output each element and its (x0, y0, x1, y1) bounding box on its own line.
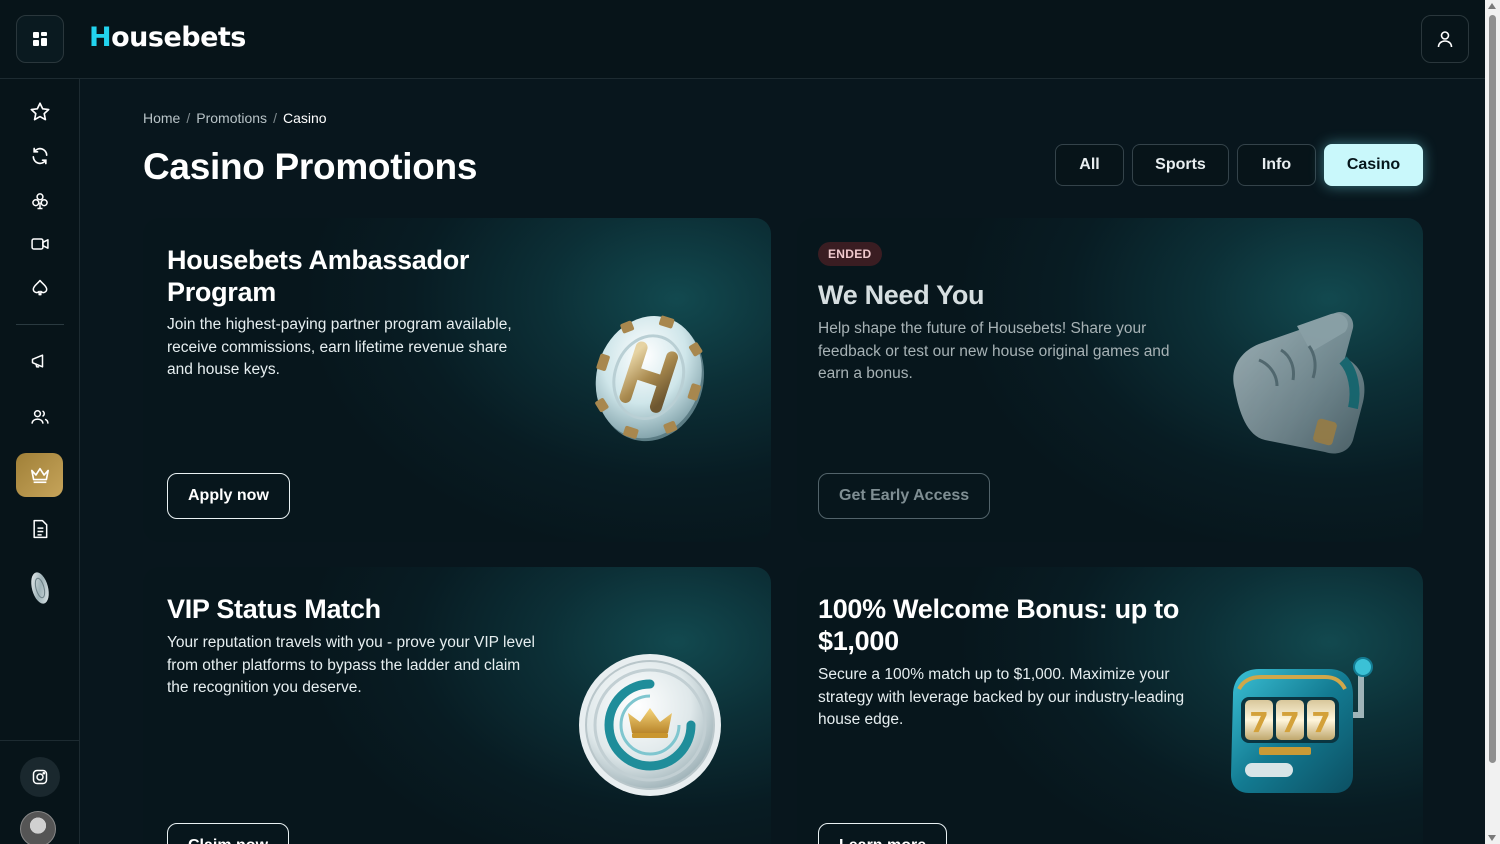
breadcrumb-current: Casino (282, 110, 327, 126)
megaphone-icon (31, 354, 44, 368)
sidebar-divider (16, 324, 64, 325)
card-title: VIP Status Match (167, 594, 381, 624)
card-description: Your reputation travels with you - prove… (167, 634, 535, 696)
card-description: Join the highest-paying partner program … (167, 316, 512, 378)
sidebar-item-promotions[interactable] (16, 339, 64, 383)
scroll-down-arrow-icon[interactable] (1488, 835, 1496, 841)
svg-text:7: 7 (1311, 706, 1330, 739)
sidebar-item-favorites[interactable] (16, 90, 64, 134)
sidebar-item-affiliates[interactable] (16, 395, 64, 439)
user-profile-button[interactable] (1421, 15, 1469, 63)
breadcrumb-separator: / (186, 110, 191, 126)
promo-card-ambassador: Housebets Ambassador Program Join the hi… (143, 218, 771, 542)
filter-tab-sports[interactable]: Sports (1132, 144, 1229, 186)
menu-grid-button[interactable] (16, 15, 64, 63)
star-icon (30, 102, 50, 121)
claim-now-button[interactable]: Claim now (167, 823, 290, 844)
club-icon (32, 193, 48, 210)
sidebar-item-live[interactable] (16, 222, 64, 266)
breadcrumb-promotions[interactable]: Promotions (196, 110, 267, 126)
card-title: We Need You (818, 280, 985, 310)
page-title: Casino Promotions (143, 146, 478, 187)
grid-icon (33, 32, 47, 46)
sidebar-item-casino[interactable] (16, 179, 64, 223)
filter-tab-info[interactable]: Info (1237, 144, 1316, 186)
card-title: Housebets Ambassador Program (167, 245, 470, 307)
apply-now-button[interactable]: Apply now (167, 473, 290, 519)
breadcrumb-separator: / (273, 110, 277, 126)
instagram-icon (32, 769, 48, 785)
promo-card-vip-status-match: VIP Status Match Your reputation travels… (143, 567, 771, 844)
card-title: 100% Welcome Bonus: up to $1,000 (818, 594, 1180, 656)
slot-machine-icon: 7 7 7 (1221, 655, 1381, 805)
user-icon (1437, 31, 1453, 48)
crown-coin-icon (576, 651, 726, 806)
svg-text:7: 7 (1249, 706, 1268, 739)
promotion-filter-tabs: All Sports Info Casino (1055, 144, 1423, 186)
video-icon (31, 238, 49, 250)
scroll-thumb[interactable] (1489, 15, 1496, 763)
breadcrumb-home[interactable]: Home (143, 110, 180, 126)
scroll-up-arrow-icon[interactable] (1488, 3, 1496, 9)
avatar[interactable] (20, 811, 56, 844)
crown-icon (30, 467, 49, 484)
sidebar-item-blog[interactable] (16, 507, 64, 551)
sidebar-item-originals[interactable] (16, 266, 64, 310)
users-icon (31, 410, 49, 424)
poker-chip-h-icon (586, 310, 716, 455)
filter-tab-all[interactable]: All (1055, 144, 1124, 186)
document-icon (33, 519, 48, 539)
page-scrollbar[interactable] (1485, 0, 1500, 844)
card-description: Help shape the future of Housebets! Shar… (818, 320, 1170, 382)
breadcrumb: Home / Promotions / Casino (143, 110, 327, 126)
coin-icon (31, 572, 49, 604)
promo-card-we-need-you: ENDED We Need You Help shape the future … (797, 218, 1423, 542)
get-early-access-button[interactable]: Get Early Access (818, 473, 991, 519)
sidebar-item-recent[interactable] (16, 134, 64, 178)
housebets-logo[interactable]: Housebets (89, 22, 246, 53)
sidebar (0, 79, 80, 844)
sidebar-item-token[interactable] (16, 566, 64, 610)
pointing-hand-icon (1215, 300, 1385, 465)
sidebar-footer-divider (0, 740, 79, 741)
sidebar-item-vip[interactable] (16, 453, 63, 497)
card-description: Secure a 100% match up to $1,000. Maximi… (818, 666, 1185, 728)
ended-badge: ENDED (818, 242, 882, 266)
svg-text:7: 7 (1280, 706, 1299, 739)
refresh-icon (32, 147, 48, 165)
promo-card-welcome-bonus: 100% Welcome Bonus: up to $1,000 Secure … (797, 567, 1423, 844)
top-bar: Housebets (0, 0, 1485, 79)
instagram-link[interactable] (20, 757, 60, 797)
filter-tab-casino[interactable]: Casino (1324, 144, 1423, 186)
spade-icon (32, 279, 48, 296)
learn-more-button[interactable]: Learn more (818, 823, 948, 844)
